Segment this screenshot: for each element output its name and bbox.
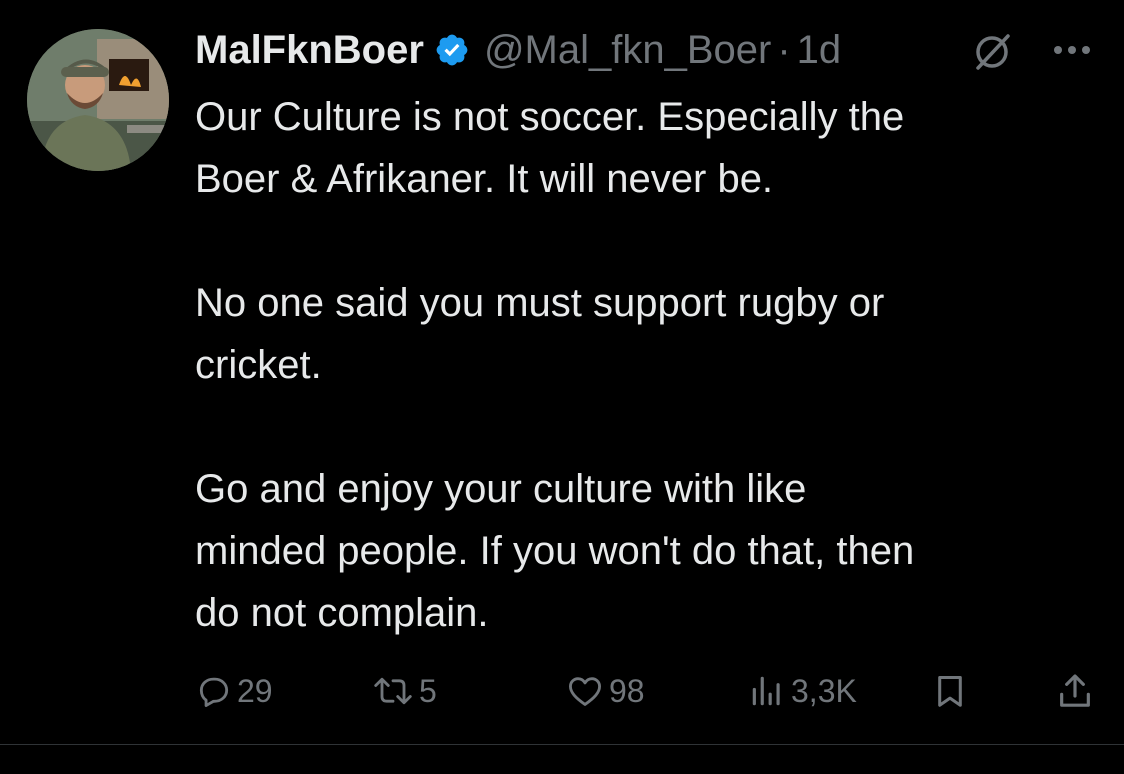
- repost-count: 5: [419, 672, 437, 709]
- reply-icon: [199, 677, 229, 707]
- avatar[interactable]: [27, 29, 169, 171]
- heart-icon: [569, 677, 601, 706]
- share-button[interactable]: [1055, 665, 1095, 717]
- separator-dot: ·: [777, 27, 791, 72]
- tweet-header: MalFknBoer @Mal_fkn_Boer · 1d: [195, 22, 841, 78]
- text-line: Our Culture is not soccer. Especially th…: [195, 95, 905, 139]
- action-bar: 29 5 98 3,3K: [195, 665, 1105, 717]
- grok-icon[interactable]: [970, 30, 1014, 74]
- text-line: cricket.: [195, 343, 322, 387]
- reply-button[interactable]: 29: [195, 665, 273, 717]
- bookmark-icon: [938, 676, 962, 707]
- views-chart-icon: [752, 676, 780, 706]
- share-icon: [1060, 674, 1090, 707]
- text-line: minded people. If you won't do that, the…: [195, 529, 915, 573]
- text-line: Go and enjoy your culture with like: [195, 467, 807, 511]
- more-options-icon[interactable]: [1048, 30, 1096, 70]
- handle[interactable]: @Mal_fkn_Boer: [484, 28, 771, 73]
- repost-button[interactable]: 5: [371, 665, 437, 717]
- paragraph-1: Our Culture is not soccer. Especially th…: [195, 86, 1095, 210]
- like-button[interactable]: 98: [565, 665, 645, 717]
- text-line: No one said you must support rugby or: [195, 281, 885, 325]
- repost-icon: [374, 677, 412, 705]
- timestamp[interactable]: 1d: [797, 28, 842, 73]
- verified-badge-icon[interactable]: [434, 32, 470, 68]
- divider: [0, 744, 1124, 745]
- tweet-text: Our Culture is not soccer. Especially th…: [195, 86, 1095, 644]
- paragraph-3: Go and enjoy your culture with like mind…: [195, 458, 1095, 644]
- views-button[interactable]: 3,3K: [747, 665, 857, 717]
- bookmark-button[interactable]: [931, 665, 969, 717]
- like-count: 98: [609, 672, 645, 709]
- text-line: Boer & Afrikaner. It will never be.: [195, 157, 774, 201]
- paragraph-2: No one said you must support rugby or cr…: [195, 272, 1095, 396]
- tweet[interactable]: MalFknBoer @Mal_fkn_Boer · 1d Our Cultur…: [0, 0, 1124, 745]
- reply-count: 29: [237, 672, 273, 709]
- display-name[interactable]: MalFknBoer: [195, 28, 424, 73]
- text-line: do not complain.: [195, 591, 489, 635]
- avatar-photo: [27, 29, 169, 171]
- view-count: 3,3K: [791, 672, 857, 709]
